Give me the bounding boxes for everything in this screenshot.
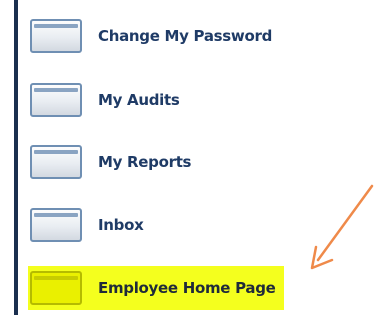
folder-tab-icon: [30, 145, 82, 179]
nav-item-label: Employee Home Page: [98, 279, 276, 297]
nav-item-my-audits[interactable]: My Audits: [30, 78, 180, 122]
folder-tab-icon: [30, 83, 82, 117]
folder-tab-icon: [30, 208, 82, 242]
nav-item-employee-home-page[interactable]: Employee Home Page: [28, 266, 284, 310]
nav-item-label: Change My Password: [98, 27, 273, 45]
folder-tab-icon: [30, 271, 82, 305]
folder-tab-icon: [30, 19, 82, 53]
nav-item-label: Inbox: [98, 216, 144, 234]
nav-item-change-my-password[interactable]: Change My Password: [30, 14, 272, 58]
nav-item-my-reports[interactable]: My Reports: [30, 140, 192, 184]
nav-item-inbox[interactable]: Inbox: [30, 203, 144, 247]
nav-item-label: My Reports: [98, 153, 192, 171]
nav-menu: Change My Password My Audits My Reports …: [0, 0, 377, 315]
nav-item-label: My Audits: [98, 91, 180, 109]
